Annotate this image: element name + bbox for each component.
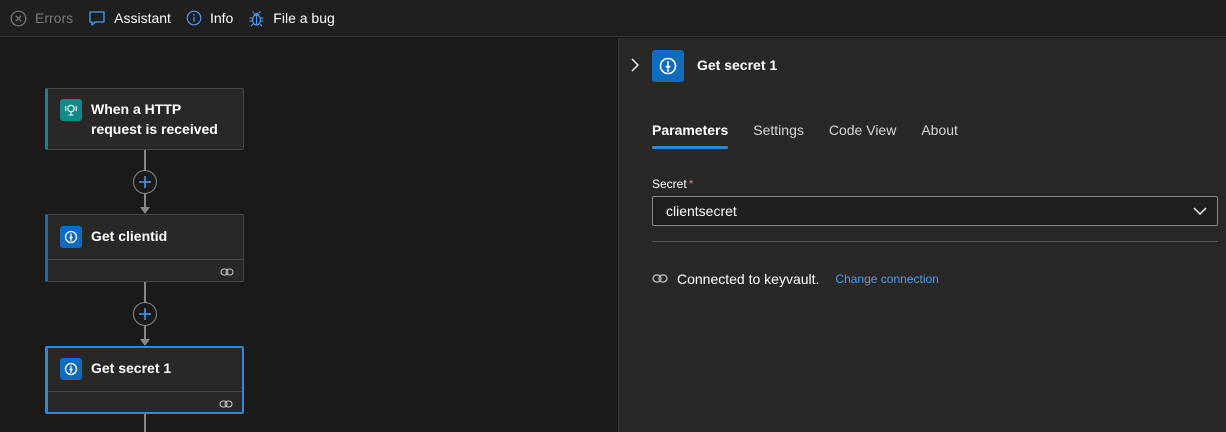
action-title: Get clientid [91,228,168,244]
secret-dropdown-value: clientsecret [666,203,737,219]
info-label: Info [209,10,234,26]
assistant-button[interactable]: Assistant [88,0,171,37]
secret-label-text: Secret [652,177,687,191]
connection-link-icon [220,268,234,276]
action-title: Get secret 1 [91,360,172,376]
trigger-title: When a HTTP request is received [91,101,218,137]
action-details-panel: Get secret 1 Parameters Settings Code Vi… [618,38,1226,432]
http-request-icon [60,99,82,121]
connector-arrow [140,339,150,346]
error-circle-icon [10,10,27,26]
trigger-card[interactable]: When a HTTP request is received [45,88,244,150]
tab-about[interactable]: About [921,122,958,149]
info-icon [186,10,202,26]
file-a-bug-button[interactable]: File a bug [248,0,335,37]
tab-parameters[interactable]: Parameters [652,122,729,149]
bug-icon [249,10,264,26]
action-card-get-clientid[interactable]: Get clientid [45,214,244,282]
plus-icon [139,176,151,188]
change-connection-link[interactable]: Change connection [835,272,938,286]
insert-step-button[interactable] [133,170,157,194]
connection-link-icon [652,274,668,283]
secret-field-label: Secret * [652,177,693,191]
panel-tabs: Parameters Settings Code View About [652,122,983,149]
plus-icon [139,308,151,320]
errors-label: Errors [35,10,74,26]
insert-step-button[interactable] [133,302,157,326]
tab-code-view[interactable]: Code View [829,122,896,149]
key-vault-icon [652,50,684,82]
panel-header: Get secret 1 [619,38,1226,94]
chevron-down-icon [1193,207,1207,215]
connection-status-text: Connected to keyvault. [677,271,820,287]
secret-dropdown[interactable]: clientsecret [652,196,1218,226]
key-vault-icon [60,226,82,248]
errors-button[interactable]: Errors [10,0,73,37]
card-footer [48,391,242,417]
assistant-label: Assistant [114,10,171,26]
action-card-get-secret-1[interactable]: Get secret 1 [45,346,244,414]
logic-app-designer: Errors Assistant Info File a bug When a … [0,0,1226,432]
tab-settings[interactable]: Settings [753,122,804,149]
card-footer [48,259,243,285]
file-a-bug-label: File a bug [273,10,335,26]
connector-arrow [140,207,150,214]
key-vault-icon [60,358,82,380]
connection-info: Connected to keyvault. Change connection [652,271,939,287]
designer-toolbar: Errors Assistant Info File a bug [0,0,1226,37]
panel-title: Get secret 1 [697,57,778,73]
collapse-panel-button[interactable] [630,57,640,78]
chat-bubble-icon [89,10,105,26]
section-divider [652,241,1218,242]
required-marker: * [688,177,694,191]
connection-link-icon [219,400,233,408]
workflow-canvas[interactable]: When a HTTP request is received Get clie… [0,38,618,432]
info-button[interactable]: Info [186,0,233,37]
chevron-right-icon [631,58,639,72]
